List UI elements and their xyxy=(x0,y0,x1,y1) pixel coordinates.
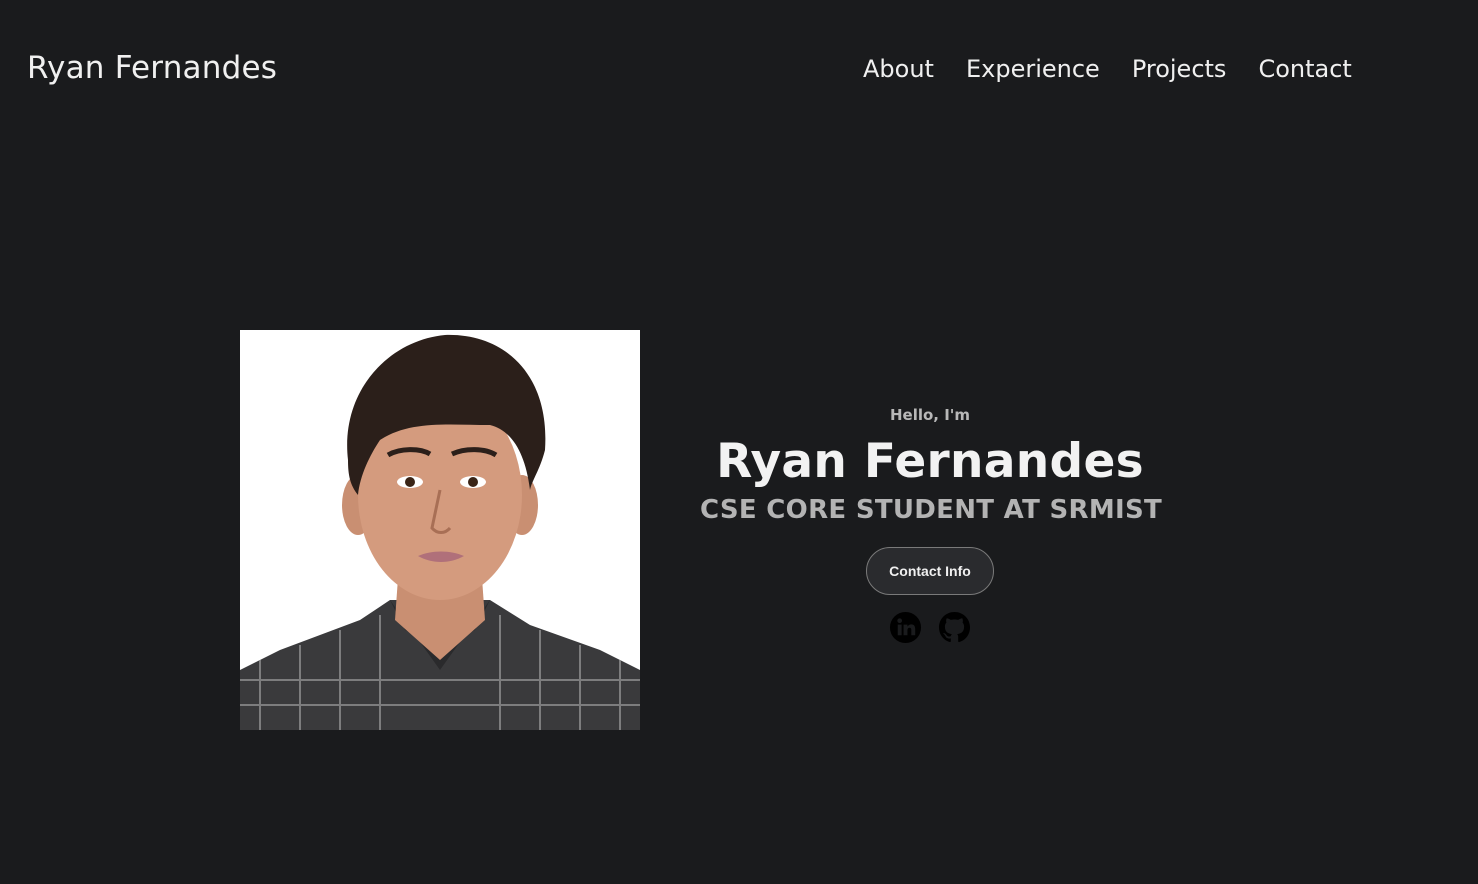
social-links xyxy=(700,611,1160,644)
contact-info-button[interactable]: Contact Info xyxy=(866,547,994,595)
greeting-text: Hello, I'm xyxy=(889,406,971,424)
nav-links: About Experience Projects Contact xyxy=(863,55,1352,83)
linkedin-icon[interactable] xyxy=(889,611,922,644)
nav-link-contact[interactable]: Contact xyxy=(1258,55,1351,83)
hero-subtitle: CSE CORE STUDENT AT SRMIST xyxy=(700,495,1163,525)
nav-link-projects[interactable]: Projects xyxy=(1132,55,1227,83)
nav-link-about[interactable]: About xyxy=(863,55,934,83)
profile-picture xyxy=(240,330,640,730)
nav-link-experience[interactable]: Experience xyxy=(966,55,1100,83)
github-icon[interactable] xyxy=(938,611,971,644)
hero-text: Hello, I'm Ryan Fernandes CSE CORE STUDE… xyxy=(700,400,1163,644)
site-logo[interactable]: Ryan Fernandes xyxy=(27,50,277,86)
top-navbar: Ryan Fernandes About Experience Projects… xyxy=(0,0,1478,140)
hero-name: Ryan Fernandes xyxy=(716,434,1144,489)
button-row: Contact Info xyxy=(700,547,1160,595)
